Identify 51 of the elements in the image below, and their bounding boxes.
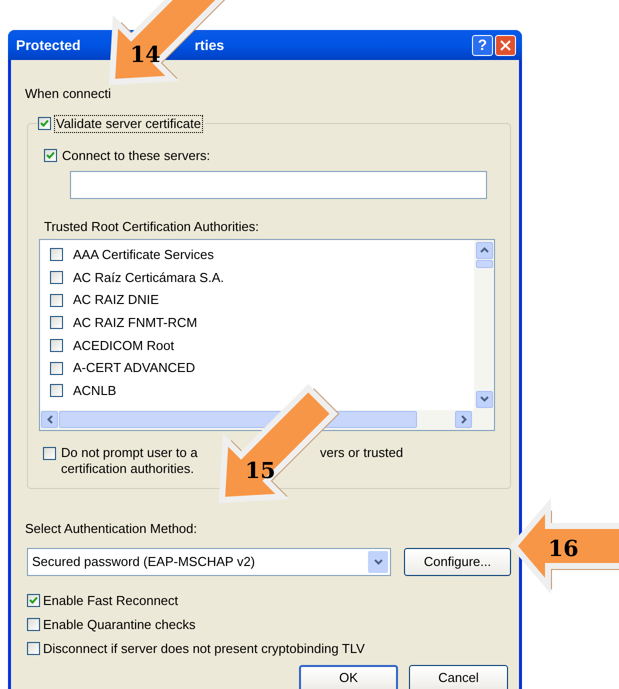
section-label: When connecti — [25, 86, 112, 102]
checkbox[interactable] — [27, 594, 40, 607]
checkbox-label[interactable]: Do not prompt user to a — [61, 444, 198, 460]
checkbox[interactable] — [27, 642, 40, 655]
list-item[interactable]: ACEDICOM Root — [73, 338, 174, 354]
scroll-down-icon[interactable] — [476, 390, 492, 408]
callout-number: 15 — [245, 458, 276, 484]
scroll-right-icon[interactable] — [455, 411, 472, 428]
checkbox[interactable] — [50, 384, 63, 398]
checkbox[interactable] — [27, 618, 40, 631]
checkbox-label[interactable]: Enable Fast Reconnect — [43, 592, 178, 608]
list-item[interactable]: AC RAIZ DNIE — [73, 292, 159, 308]
checkbox-label[interactable]: Validate server certificate — [54, 114, 203, 132]
checkbox[interactable] — [50, 248, 63, 262]
list-item[interactable]: AC RAIZ FNMT-RCM — [73, 314, 198, 331]
method-dropdown[interactable]: Secured password (EAP-MSCHAP v2) — [27, 548, 391, 576]
close-icon — [500, 40, 511, 50]
certificate-list[interactable]: AAA Certificate Services AC Raíz Certicámara S.A. AC RAIZ DNIE AC RAIZ FNMT-RCM ACEDICOM Root A-CERT ADVANCED ACNLB — [39, 238, 495, 430]
configure-button[interactable]: Configure... — [404, 548, 511, 576]
window-title: rties — [194, 36, 224, 54]
scroll-thumb[interactable] — [476, 260, 492, 268]
checkbox[interactable] — [50, 294, 63, 307]
section-label: Select Authentication Method: — [25, 520, 198, 536]
checkbox[interactable] — [44, 149, 57, 162]
window-title: Protected — [16, 36, 81, 54]
cancel-button[interactable]: Cancel — [409, 664, 508, 689]
list-label: Trusted Root Certification Authorities: — [44, 218, 260, 234]
vertical-scrollbar[interactable] — [474, 240, 494, 410]
list-item[interactable]: ACNLB — [73, 382, 116, 399]
checkbox[interactable] — [43, 446, 56, 460]
checkbox-label[interactable]: Enable Quarantine checks — [43, 616, 196, 632]
scroll-up-icon[interactable] — [476, 242, 492, 258]
callout-number: 14 — [130, 42, 161, 68]
checkbox[interactable] — [50, 339, 63, 352]
checkbox-label[interactable]: Disconnect if server does not present cryptobinding TLV — [43, 640, 365, 656]
ok-button[interactable]: OK — [299, 664, 398, 689]
list-item[interactable]: A-CERT ADVANCED — [73, 360, 196, 376]
checkbox[interactable] — [50, 271, 63, 284]
checkbox-label[interactable]: Connect to these servers: — [62, 148, 210, 164]
scroll-left-icon[interactable] — [41, 411, 58, 428]
checkbox[interactable] — [50, 316, 63, 330]
servers-field[interactable] — [70, 170, 487, 198]
checkbox[interactable] — [50, 362, 63, 375]
checkbox[interactable] — [38, 117, 51, 130]
checkbox-label[interactable]: vers or trusted — [320, 444, 404, 460]
close-button[interactable] — [495, 34, 516, 56]
help-button[interactable]: ? — [472, 34, 493, 56]
callout-number: 16 — [548, 536, 579, 562]
checkbox-label[interactable]: certification authorities. — [61, 460, 194, 476]
list-item[interactable]: AC Raíz Certicámara S.A. — [73, 270, 224, 286]
list-item[interactable]: AAA Certificate Services — [73, 246, 214, 263]
